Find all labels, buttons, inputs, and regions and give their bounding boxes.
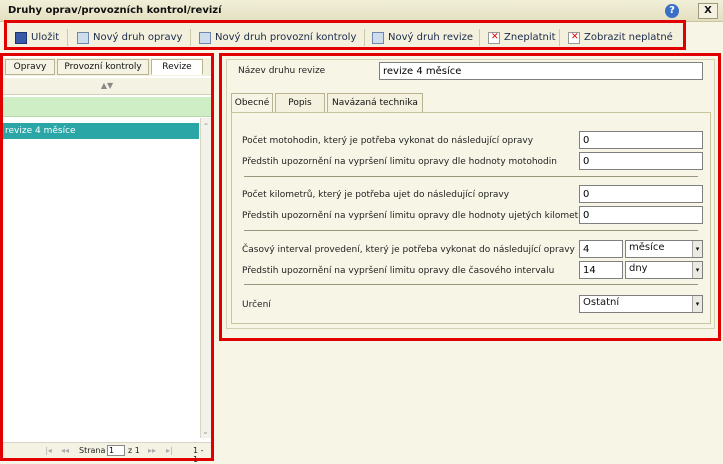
- help-icon[interactable]: ?: [665, 4, 679, 18]
- list-scrollbar[interactable]: ⌃ ⌄: [200, 118, 211, 438]
- left-panel: Opravy Provozní kontroly Revize ▲▼ reviz…: [0, 53, 214, 464]
- invalidate-button[interactable]: Zneplatnit: [488, 30, 556, 45]
- tab-provozni-kontroly[interactable]: Provozní kontroly: [57, 59, 149, 75]
- name-label: Název druhu revize: [238, 66, 326, 76]
- detail-form: Název druhu revize Obecné Popis Navázaná…: [226, 59, 715, 329]
- close-button[interactable]: X: [698, 3, 718, 19]
- prev-page-icon[interactable]: ◂◂: [61, 446, 69, 455]
- tab-obecne[interactable]: Obecné: [231, 93, 273, 113]
- toolbar: Uložit Nový druh opravy Nový druh provoz…: [4, 20, 686, 50]
- purpose-label: Určení: [242, 300, 271, 310]
- chevron-down-icon[interactable]: ▾: [692, 296, 702, 312]
- divider: [244, 176, 698, 177]
- km-warn-input[interactable]: [579, 206, 703, 224]
- purpose-select[interactable]: Ostatní ▾: [579, 295, 703, 313]
- new-revision-button[interactable]: Nový druh revize: [372, 30, 473, 45]
- scroll-down-icon[interactable]: ⌄: [202, 427, 209, 436]
- interval-label: Časový interval provedení, který je potř…: [242, 245, 575, 255]
- interval-warn-label: Předstih upozornění na vypršení limitu o…: [242, 266, 555, 276]
- last-page-icon[interactable]: ▸|: [166, 446, 173, 455]
- form-tabs: Obecné Popis Navázaná technika: [231, 93, 711, 113]
- tab-revize[interactable]: Revize: [151, 59, 203, 75]
- interval-warn-input[interactable]: [579, 261, 623, 279]
- km-warn-label: Předstih upozornění na vypršení limitu o…: [242, 211, 588, 221]
- interval-input[interactable]: [579, 240, 623, 258]
- interval-unit-select[interactable]: měsíce ▾: [625, 240, 703, 258]
- engine-hours-input[interactable]: [579, 131, 703, 149]
- show-invalid-icon: [568, 31, 580, 44]
- page-label: Strana: [79, 446, 106, 455]
- save-icon: [15, 31, 27, 44]
- new-repair-button[interactable]: Nový druh opravy: [77, 30, 182, 45]
- window-title: Druhy oprav/provozních kontrol/revizí: [8, 5, 222, 16]
- engine-hours-warn-label: Předstih upozornění na vypršení limitu o…: [242, 157, 557, 167]
- interval-warn-unit-select[interactable]: dny ▾: [625, 261, 703, 279]
- name-input[interactable]: [379, 62, 703, 80]
- new-check-button[interactable]: Nový druh provozní kontroly: [199, 30, 356, 45]
- km-input[interactable]: [579, 185, 703, 203]
- document-icon: [199, 31, 211, 44]
- pager: |◂ ◂◂ Strana z 1 ▸▸ ▸| 1 - 1: [3, 442, 211, 464]
- save-button[interactable]: Uložit: [15, 30, 59, 45]
- chevron-down-icon[interactable]: ▾: [692, 241, 702, 257]
- filter-row[interactable]: [3, 97, 211, 117]
- document-icon: [372, 31, 384, 44]
- detail-panel: Název druhu revize Obecné Popis Navázaná…: [219, 53, 721, 341]
- left-tabs: Opravy Provozní kontroly Revize: [3, 58, 211, 76]
- engine-hours-warn-input[interactable]: [579, 152, 703, 170]
- revision-list: revize 4 měsíce: [3, 118, 199, 438]
- page-count: z 1: [128, 446, 140, 455]
- chevron-down-icon[interactable]: ▾: [692, 262, 702, 278]
- list-item[interactable]: revize 4 měsíce: [3, 123, 199, 139]
- record-range: 1 - 1: [193, 446, 204, 464]
- divider: [244, 284, 698, 285]
- scroll-up-icon[interactable]: ⌃: [201, 122, 211, 131]
- sort-header[interactable]: ▲▼: [3, 78, 211, 95]
- divider: [244, 230, 698, 231]
- invalidate-icon: [488, 31, 500, 44]
- km-label: Počet kilometrů, který je potřeba ujet d…: [242, 190, 510, 200]
- general-tab-panel: Počet motohodin, který je potřeba vykona…: [231, 112, 711, 324]
- window-titlebar: Druhy oprav/provozních kontrol/revizí ? …: [0, 0, 723, 22]
- next-page-icon[interactable]: ▸▸: [148, 446, 156, 455]
- document-icon: [77, 31, 89, 44]
- show-invalid-button[interactable]: Zobrazit neplatné: [568, 30, 673, 45]
- first-page-icon[interactable]: |◂: [45, 446, 52, 455]
- tab-navazana-technika[interactable]: Navázaná technika: [327, 93, 423, 113]
- engine-hours-label: Počet motohodin, který je potřeba vykona…: [242, 136, 534, 146]
- tab-opravy[interactable]: Opravy: [5, 59, 55, 75]
- tab-popis[interactable]: Popis: [275, 93, 325, 113]
- page-number-input[interactable]: [107, 445, 125, 456]
